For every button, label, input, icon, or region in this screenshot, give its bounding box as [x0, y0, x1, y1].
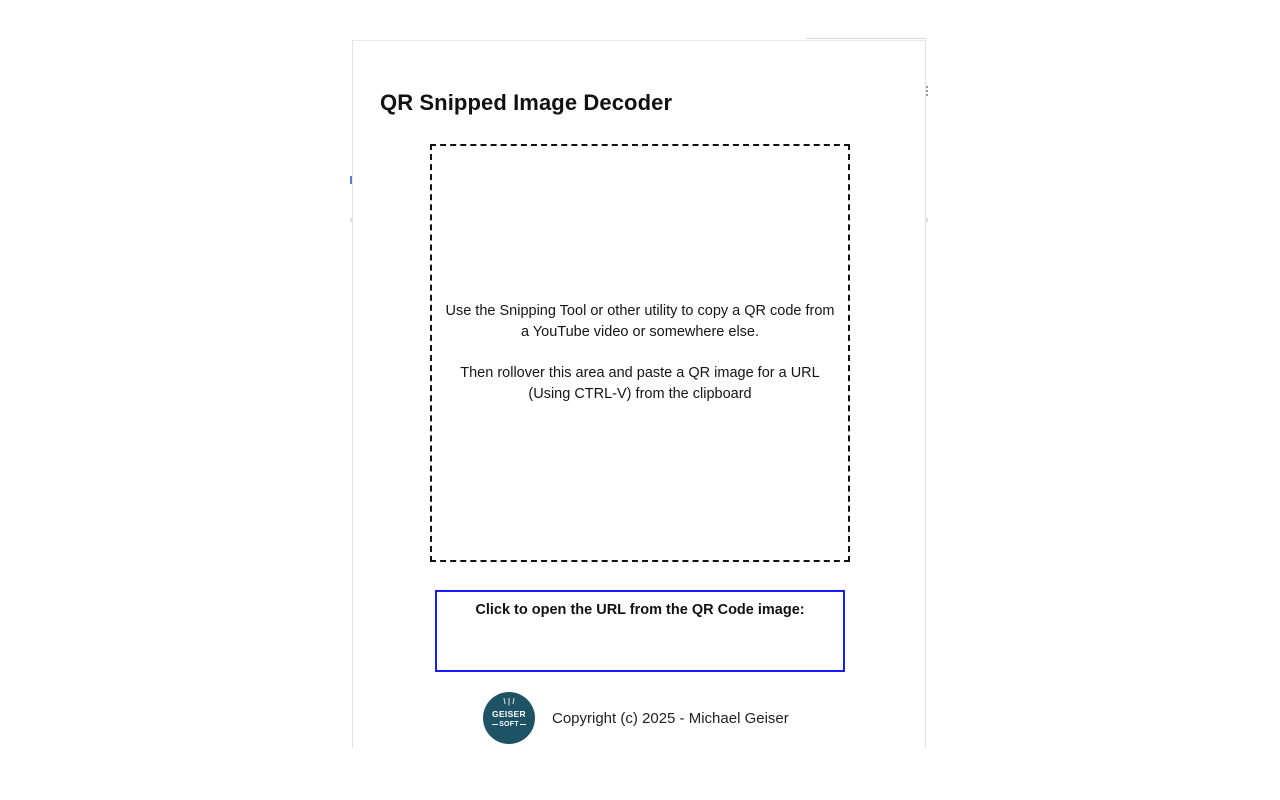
copyright-text: Copyright (c) 2025 - Michael Geiser — [552, 709, 789, 727]
logo-rays: \ | / — [503, 697, 515, 706]
screen: QR Snipped Image Decoder Use the Snippin… — [0, 0, 1280, 800]
instruction-text: Then rollover this area and paste a QR i… — [460, 365, 820, 402]
background-window-marker — [926, 218, 928, 222]
paste-drop-zone[interactable]: Use the Snipping Tool or other utility t… — [430, 144, 850, 562]
open-url-button[interactable]: Click to open the URL from the QR Code i… — [435, 590, 845, 672]
geisersoft-logo: \ | / GEISER SOFT — [483, 692, 535, 744]
background-window-menu-dots — [926, 86, 931, 96]
open-url-label: Click to open the URL from the QR Code i… — [475, 602, 805, 618]
drop-zone-instructions: Use the Snipping Tool or other utility t… — [440, 301, 840, 405]
decoded-url-link[interactable] — [437, 624, 843, 640]
logo-text-line-2: SOFT — [483, 721, 535, 728]
instruction-text: Use the Snipping Tool or other utility t… — [445, 303, 835, 340]
logo-text-line-1: GEISER — [492, 709, 526, 719]
extension-popup: QR Snipped Image Decoder Use the Snippin… — [352, 40, 926, 748]
footer: \ | / GEISER SOFT Copyright (c) 2025 - M… — [483, 692, 789, 744]
background-window-edge — [806, 38, 926, 39]
popup-title: QR Snipped Image Decoder — [380, 90, 673, 115]
